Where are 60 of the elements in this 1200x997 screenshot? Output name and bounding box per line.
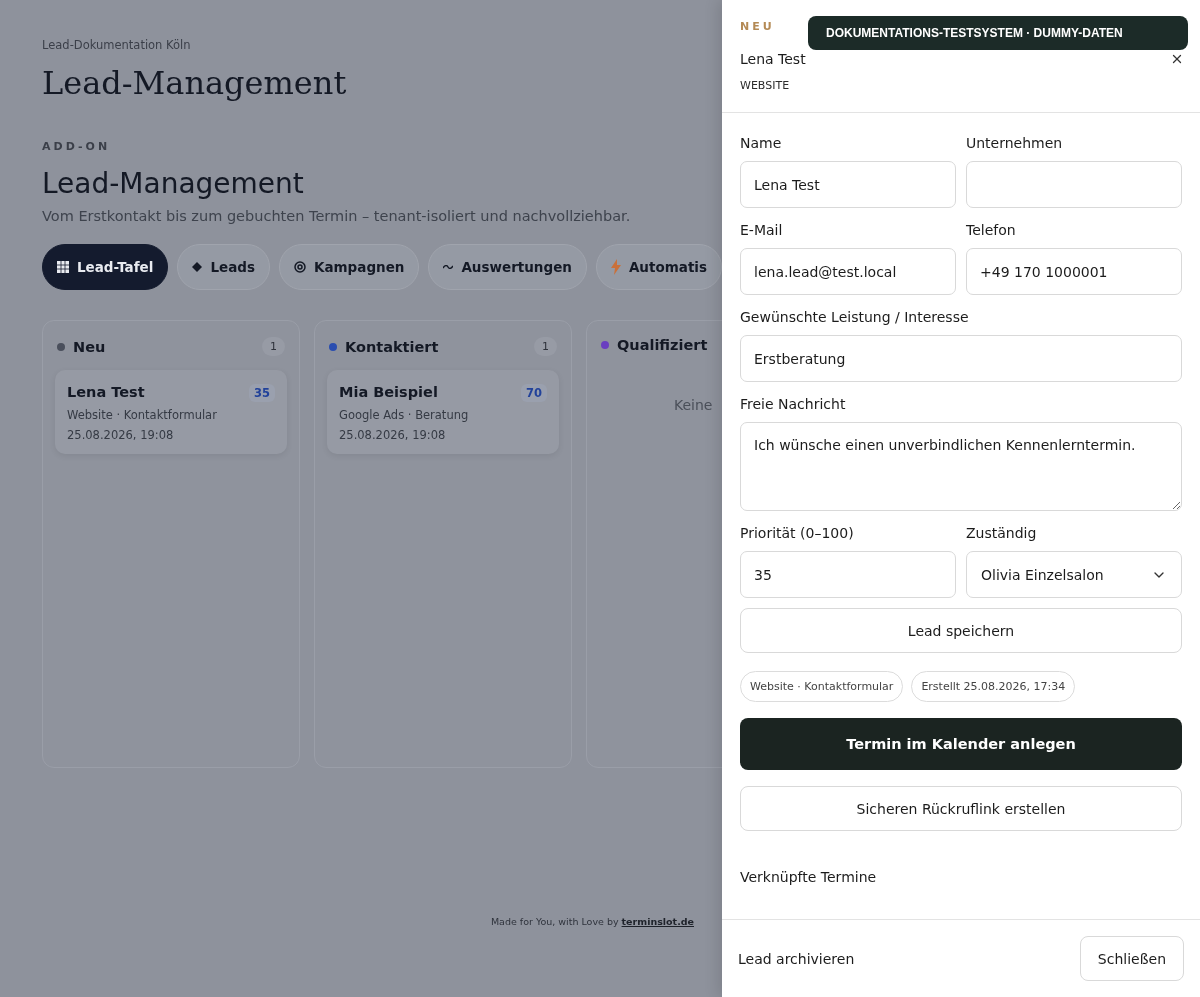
lead-date: 25.08.2026, 19:08 xyxy=(67,428,175,442)
lightning-icon xyxy=(610,259,621,275)
field-label: Telefon xyxy=(966,222,1017,238)
tab[interactable]: Leads xyxy=(177,244,270,290)
field-label: Freie Nachricht xyxy=(740,396,847,412)
field-label: Priorität (0–100) xyxy=(740,525,855,541)
column-title: Neu xyxy=(73,338,107,355)
lead-card[interactable]: Lena Test 35 Website · Kontaktformular 25.08.2026, 19:08 xyxy=(55,370,287,454)
score-badge: 70 xyxy=(521,384,547,402)
tilde-icon xyxy=(443,265,454,269)
text-field[interactable] xyxy=(966,161,1182,208)
field-label: Unternehmen xyxy=(966,135,1064,151)
page-title: Lead-Management xyxy=(42,64,348,102)
test-system-banner: DOKUMENTATIONS-TESTSYSTEM · DUMMY-DATEN xyxy=(808,16,1188,50)
lead-date: 25.08.2026, 19:08 xyxy=(339,428,447,442)
lead-card[interactable]: Mia Beispiel 70 Google Ads · Beratung 25.08.2026, 19:08 xyxy=(327,370,559,454)
text-field[interactable]: +49 170 1000001 xyxy=(966,248,1182,295)
close-button[interactable]: Schließen xyxy=(1079,936,1184,981)
footer-link[interactable]: terminslot.de xyxy=(621,916,694,927)
footer-text: Made for You, with Love by terminslot.de xyxy=(490,916,695,927)
archive-link[interactable]: Lead archivieren xyxy=(738,950,855,967)
column-title: Kontaktiert xyxy=(345,338,440,355)
callback-link-button[interactable]: Sicheren Rückruflink erstellen xyxy=(740,786,1182,831)
tab[interactable]: Kampagnen xyxy=(278,244,420,290)
grid-icon xyxy=(57,261,69,273)
empty-message: Keine xyxy=(673,397,714,413)
lead-name: Lena Test xyxy=(67,384,145,400)
tab[interactable]: Lead-Tafel xyxy=(42,244,169,290)
text-field[interactable]: lena.lead@test.local xyxy=(740,248,956,295)
status-label: NEU xyxy=(740,20,775,33)
count-badge: 1 xyxy=(262,337,285,356)
diamond-icon xyxy=(192,262,203,272)
section-eyebrow: ADD-ON xyxy=(42,140,112,153)
lead-source: Website · Kontaktformular xyxy=(67,408,218,422)
score-badge: 35 xyxy=(249,384,275,402)
text-field[interactable]: Lena Test xyxy=(740,161,956,208)
text-field[interactable]: 35 xyxy=(740,551,956,598)
field-label: Gewünschte Leistung / Interesse xyxy=(740,309,970,325)
section-subtitle: Vom Erstkontakt bis zum gebuchten Termin – tenant-isoliert und nachvollziehbar. xyxy=(42,208,632,224)
lead-source: Google Ads · Beratung xyxy=(339,408,470,422)
section-heading: Lead-Management xyxy=(42,167,305,200)
lead-name: Mia Beispiel xyxy=(339,384,438,400)
tab[interactable]: Automatis xyxy=(595,244,722,290)
field-label: Name xyxy=(740,135,783,151)
count-badge: 1 xyxy=(534,337,557,356)
save-button[interactable]: Lead speichern xyxy=(740,608,1182,653)
field-label: Zuständig xyxy=(966,525,1038,541)
column-title: Qualifiziert xyxy=(617,337,709,353)
create-appointment-button[interactable]: Termin im Kalender anlegen xyxy=(740,718,1182,770)
select-field[interactable]: Olivia Einzelsalon xyxy=(966,551,1182,598)
text-field[interactable]: Erstberatung xyxy=(740,335,1182,382)
close-icon[interactable] xyxy=(1170,52,1184,66)
lead-name: Lena Test xyxy=(740,51,806,67)
target-icon xyxy=(293,261,306,273)
tab[interactable]: Auswertungen xyxy=(428,244,587,290)
field-label: E-Mail xyxy=(740,222,784,238)
message-field[interactable]: Ich wünsche einen unverbindlichen Kennenlerntermin. xyxy=(740,422,1182,511)
lead-source: WEBSITE xyxy=(740,79,790,92)
linked-appointments-title: Verknüpfte Termine xyxy=(740,869,878,885)
breadcrumb: Lead-Dokumentation Köln xyxy=(42,38,192,52)
